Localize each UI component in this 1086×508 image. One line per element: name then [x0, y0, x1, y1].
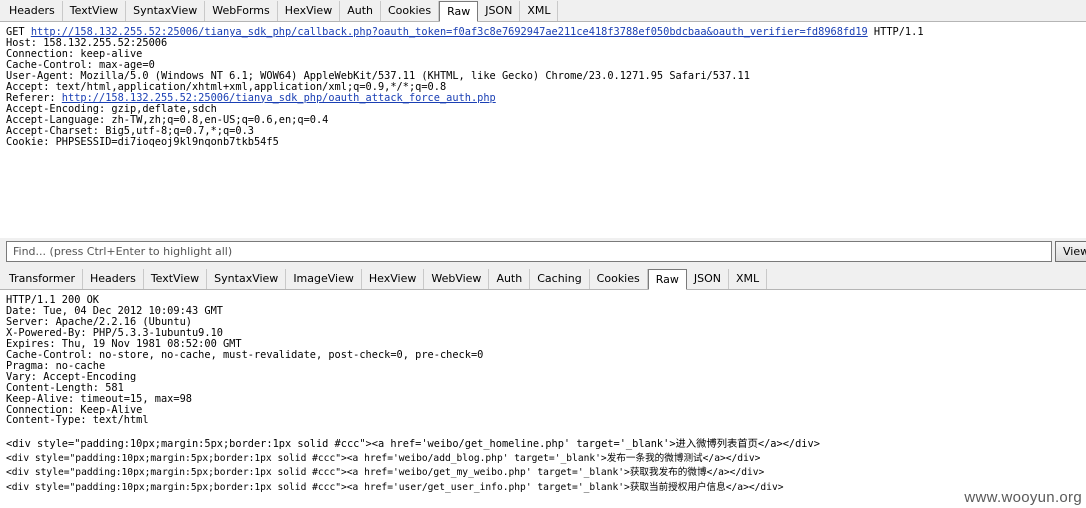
response-tab-transformer[interactable]: Transformer — [2, 269, 84, 289]
body-html-code-close: </a></div> — [706, 467, 765, 479]
body-html-code-open: <div style="padding:10px;margin:5px;bord… — [6, 438, 676, 451]
response-body: <div style="padding:10px;margin:5px;bord… — [6, 437, 1086, 495]
body-html-line: <div style="padding:10px;margin:5px;bord… — [6, 437, 1086, 452]
body-html-code-close: </a></div> — [702, 452, 761, 464]
response-tab-cookies[interactable]: Cookies — [590, 269, 648, 289]
find-input[interactable]: Find... (press Ctrl+Enter to highlight a… — [6, 241, 1052, 262]
request-tab-webforms[interactable]: WebForms — [205, 1, 278, 21]
body-html-code-open: <div style="padding:10px;margin:5px;bord… — [6, 467, 630, 479]
body-html-code-open: <div style="padding:10px;margin:5px;bord… — [6, 452, 607, 464]
request-tab-cookies[interactable]: Cookies — [381, 1, 440, 21]
response-tab-headers[interactable]: Headers — [83, 269, 144, 289]
request-tab-xml[interactable]: XML — [520, 1, 559, 21]
response-tab-caching[interactable]: Caching — [530, 269, 590, 289]
request-tab-hexview[interactable]: HexView — [278, 1, 341, 21]
response-tab-webview[interactable]: WebView — [424, 269, 490, 289]
response-tab-syntaxview[interactable]: SyntaxView — [207, 269, 287, 289]
body-html-line: <div style="padding:10px;margin:5px;bord… — [6, 466, 1086, 481]
response-tab-xml[interactable]: XML — [729, 269, 768, 289]
body-link-text: 获取我发布的微博 — [629, 467, 707, 479]
watermark: www.wooyun.org — [964, 489, 1082, 506]
request-tab-json[interactable]: JSON — [478, 1, 521, 21]
response-tab-hexview[interactable]: HexView — [362, 269, 425, 289]
body-html-code-close: </a></div> — [757, 438, 820, 451]
request-protocol: HTTP/1.1 — [867, 27, 924, 38]
request-tab-textview[interactable]: TextView — [63, 1, 127, 21]
response-tab-textview[interactable]: TextView — [144, 269, 208, 289]
view-button[interactable]: View — [1055, 241, 1086, 262]
header-cookie: Cookie: PHPSESSID=di7ioqeoj9kl9nqonb7tkb… — [6, 135, 279, 148]
response-tab-imageview[interactable]: ImageView — [286, 269, 362, 289]
body-html-code-close: </a></div> — [725, 481, 784, 493]
request-tab-auth[interactable]: Auth — [340, 1, 381, 21]
response-tab-json[interactable]: JSON — [687, 269, 730, 289]
response-tab-bar: Transformer Headers TextView SyntaxView Imag… — [0, 268, 1086, 290]
response-tab-raw[interactable]: Raw — [647, 269, 687, 290]
request-tab-bar: Headers TextView SyntaxView WebForms HexView… — [0, 0, 1086, 22]
body-link-text: 进入微博列表首页 — [675, 438, 758, 451]
request-raw-pane[interactable]: GET http://158.132.255.52:25006/tianya_s… — [6, 27, 1086, 237]
body-html-line: <div style="padding:10px;margin:5px;bord… — [6, 481, 1086, 496]
request-tab-headers[interactable]: Headers — [2, 1, 63, 21]
request-tab-syntaxview[interactable]: SyntaxView — [126, 1, 206, 21]
body-link-text: 获取当前授权用户信息 — [629, 481, 726, 493]
resp-header-content-type: Content-Type: text/html — [6, 414, 149, 427]
body-html-line: <div style="padding:10px;margin:5px;bord… — [6, 452, 1086, 467]
body-link-text: 发布一条我的微博测试 — [606, 452, 703, 464]
response-tab-auth[interactable]: Auth — [489, 269, 531, 289]
request-tab-raw[interactable]: Raw — [439, 1, 479, 22]
body-html-code-open: <div style="padding:10px;margin:5px;bord… — [6, 481, 630, 493]
response-raw-pane[interactable]: HTTP/1.1 200 OK Date: Tue, 04 Dec 2012 1… — [6, 295, 1086, 505]
